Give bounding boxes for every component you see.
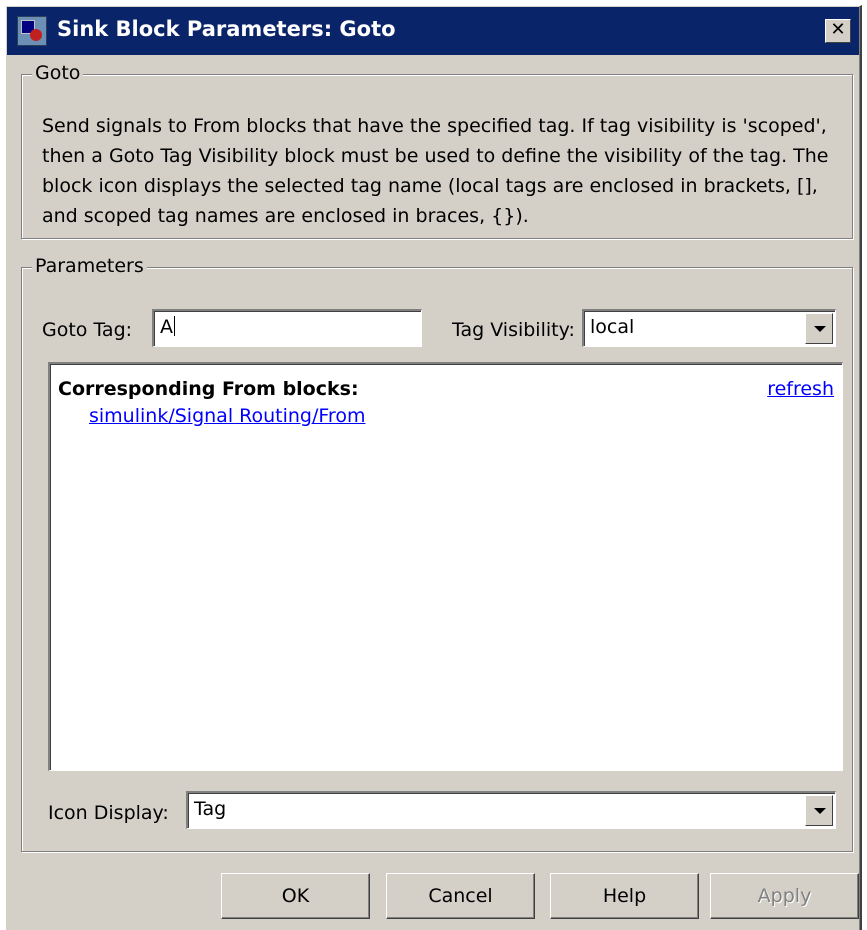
goto-tag-value: A — [160, 316, 173, 338]
simulink-block-icon — [17, 16, 47, 46]
tag-visibility-value: local — [590, 316, 635, 338]
apply-button[interactable]: Apply — [710, 873, 859, 919]
text-caret — [174, 316, 175, 336]
tag-visibility-dropdown[interactable]: local — [582, 309, 836, 347]
cancel-button[interactable]: Cancel — [386, 873, 535, 919]
help-button[interactable]: Help — [550, 873, 699, 919]
icon-display-dropdown[interactable]: Tag — [186, 791, 836, 829]
close-button[interactable]: ✕ — [825, 19, 851, 43]
goto-legend: Goto — [32, 62, 84, 84]
dialog-window: Sink Block Parameters: Goto ✕ Goto Send … — [5, 5, 862, 930]
corresponding-from-blocks-title: Corresponding From blocks: — [58, 378, 359, 400]
ok-button[interactable]: OK — [221, 873, 370, 919]
parameters-groupbox: Parameters Goto Tag: A Tag Visibility: l… — [21, 255, 853, 852]
icon-display-value: Tag — [194, 798, 227, 820]
goto-tag-input[interactable]: A — [152, 309, 422, 347]
parameters-legend: Parameters — [32, 255, 147, 277]
goto-tag-label: Goto Tag: — [42, 319, 133, 341]
block-description: Send signals to From blocks that have th… — [42, 115, 829, 227]
refresh-link[interactable]: refresh — [767, 378, 834, 400]
chevron-down-icon[interactable] — [805, 313, 833, 344]
icon-display-label: Icon Display: — [48, 802, 169, 824]
tag-visibility-label: Tag Visibility: — [452, 319, 575, 341]
goto-groupbox: Goto Send signals to From blocks that ha… — [21, 62, 853, 239]
close-icon: ✕ — [830, 19, 846, 40]
title-bar[interactable]: Sink Block Parameters: Goto ✕ — [7, 7, 859, 55]
window-title: Sink Block Parameters: Goto — [57, 17, 396, 41]
chevron-down-icon[interactable] — [805, 795, 833, 826]
corresponding-from-blocks-panel: Corresponding From blocks: refresh simul… — [48, 362, 843, 771]
from-block-link[interactable]: simulink/Signal Routing/From — [89, 405, 365, 427]
